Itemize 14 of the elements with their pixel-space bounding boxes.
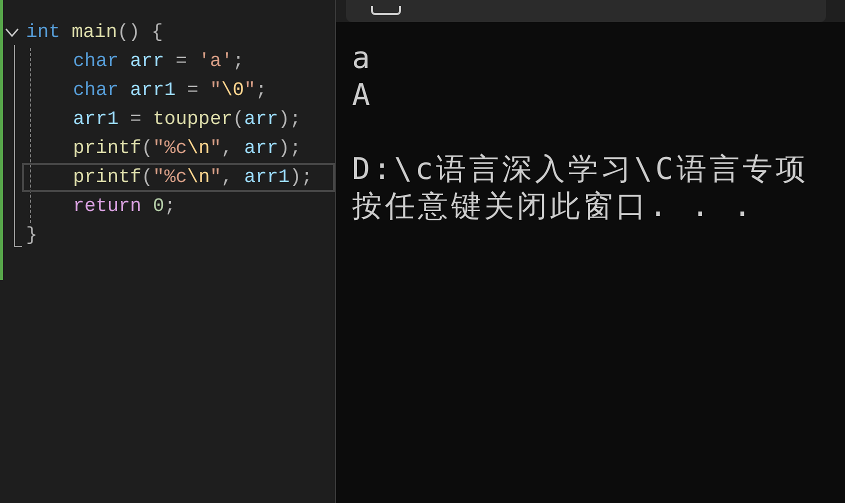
code-line: int main() { [26,21,163,43]
code-line: arr1 = toupper(arr); [73,108,302,130]
chevron-down-icon[interactable] [5,28,19,38]
console-output-line: A [352,78,374,113]
console-output-line: 按任意键关闭此窗口. . . [352,189,754,224]
code-line: printf("%c\n", arr1); [73,166,312,188]
code-line: printf("%c\n", arr); [73,137,302,159]
console-output-line: D:\c语言深入学习\C语言专项 [352,152,808,187]
code-line: } [26,224,38,246]
terminal-icon [371,6,401,16]
code-line: char arr = 'a'; [73,50,244,72]
console-output-line: a [352,41,374,76]
code-line: char arr1 = "\0"; [73,79,267,101]
code-line: return 0; [73,195,176,217]
